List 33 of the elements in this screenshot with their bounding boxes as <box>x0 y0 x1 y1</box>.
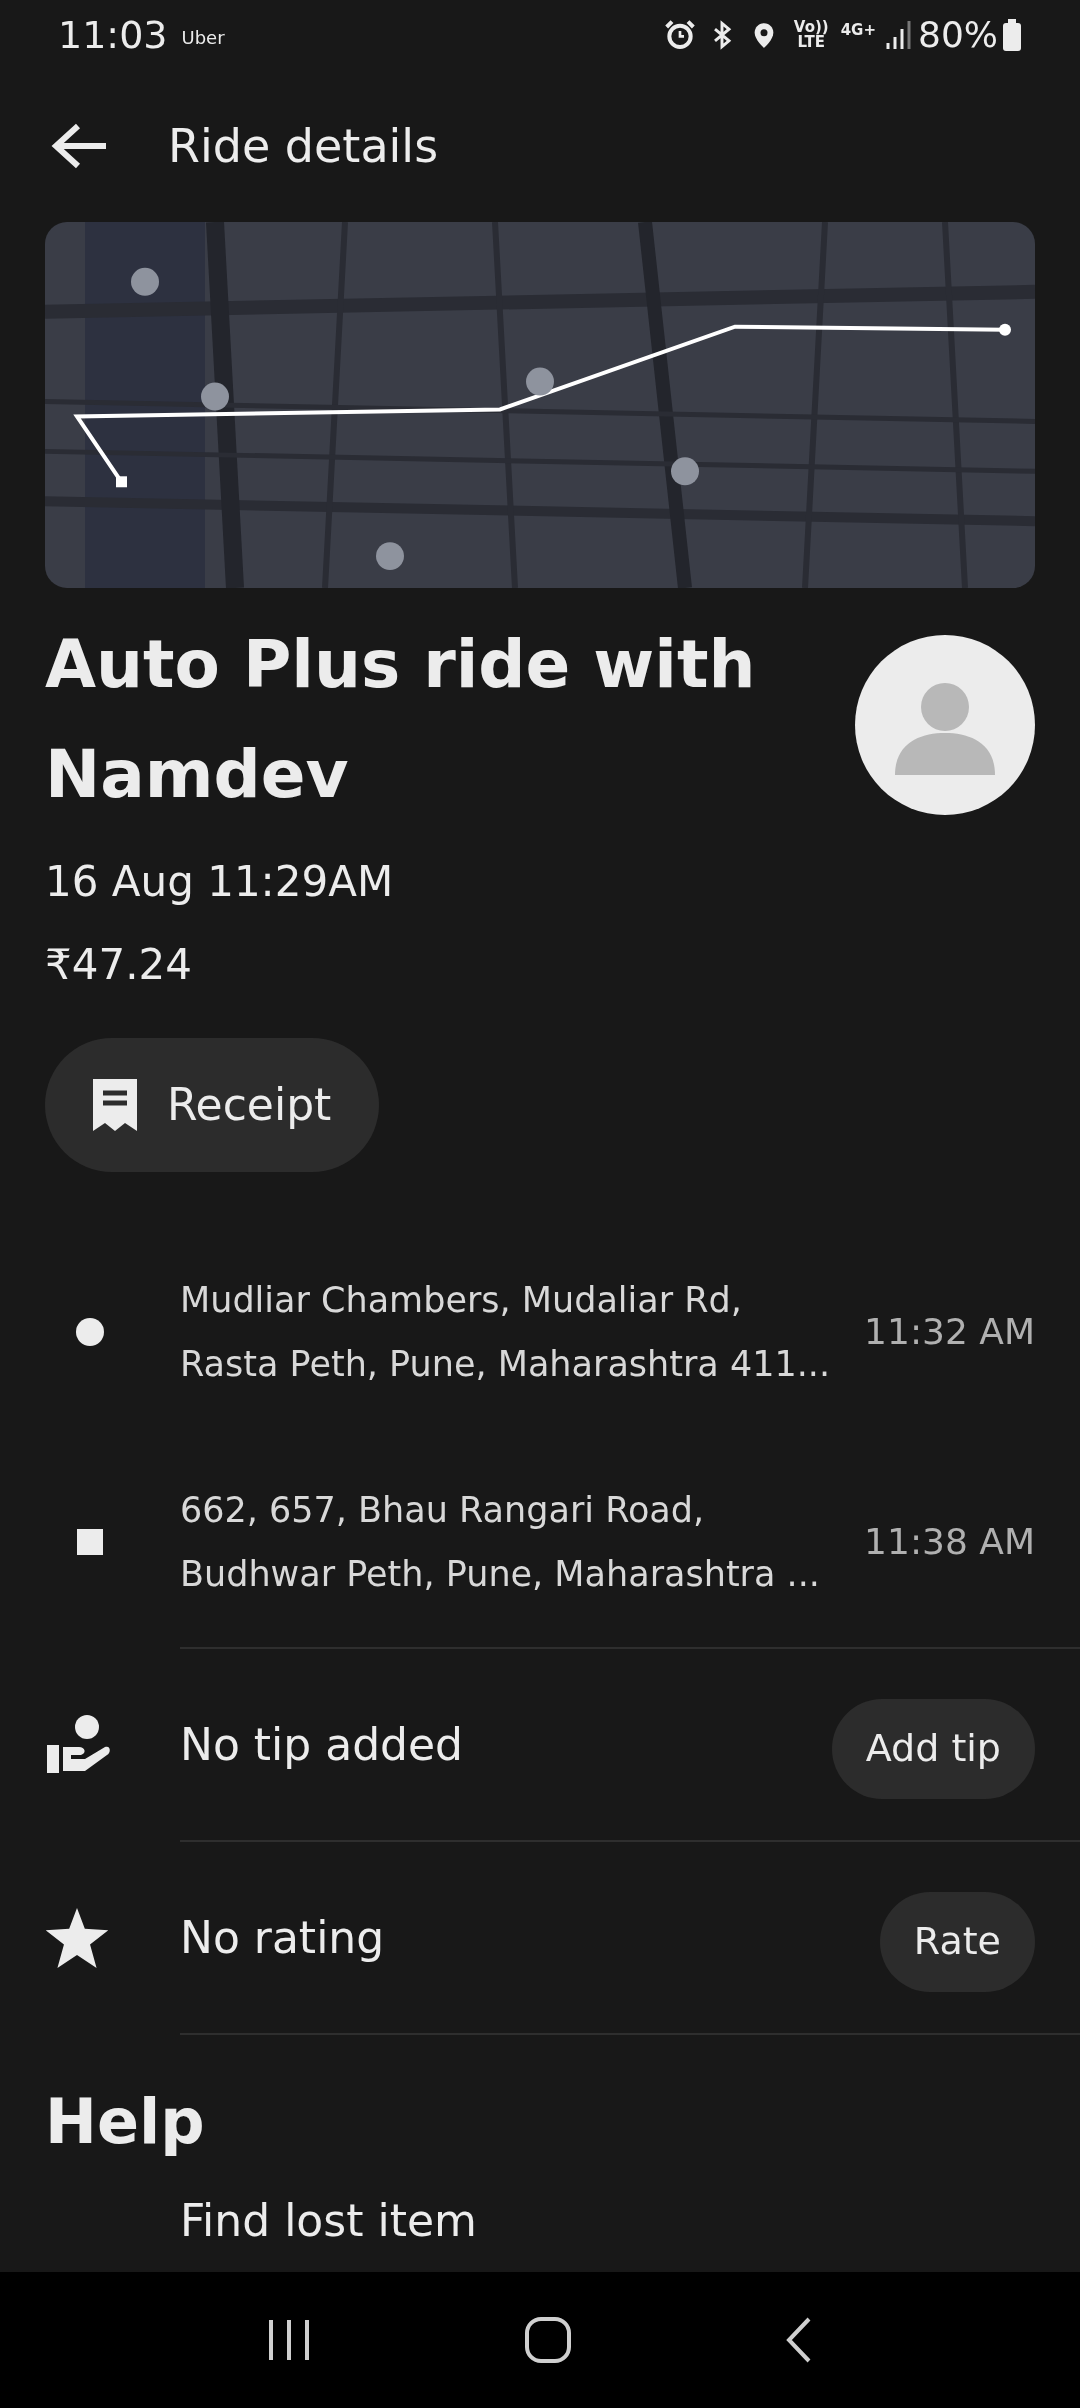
ride-fare: ₹47.24 <box>44 939 193 991</box>
square-icon <box>77 1529 103 1555</box>
address-line: Mudliar Chambers, Mudaliar Rd, <box>180 1279 743 1322</box>
home-icon[interactable] <box>525 2317 571 2363</box>
back-icon[interactable] <box>785 2317 813 2363</box>
battery-percent: 80% <box>918 13 998 57</box>
help-heading: Help <box>44 2084 206 2160</box>
stop-time: 11:32 AM <box>864 1310 1035 1354</box>
status-time: 11:03 <box>58 11 168 59</box>
battery-icon <box>1002 19 1022 51</box>
action-label: No rating <box>180 1910 386 1965</box>
network-label: 4G+ <box>840 19 876 41</box>
help-item[interactable]: Find lost item <box>180 2195 477 2246</box>
lte-label: LTE <box>797 35 826 50</box>
stop-time: 11:38 AM <box>864 1520 1035 1564</box>
ride-title: Auto Plus ride with Namdev <box>45 625 757 815</box>
status-app: Uber <box>181 25 225 50</box>
rate-button[interactable]: Rate <box>879 1891 1035 1992</box>
address-line: Budhwar Peth, Pune, Maharashtra ... <box>180 1553 821 1596</box>
receipt-button[interactable]: Receipt <box>45 1038 380 1172</box>
alarm-icon <box>663 19 696 51</box>
add-tip-button[interactable]: Add tip <box>831 1698 1035 1799</box>
address-line: 662, 657, Bhau Rangari Road, <box>180 1489 706 1532</box>
ride-date: 16 Aug 11:29AM <box>44 856 395 908</box>
star-icon <box>45 1907 109 1968</box>
signal-icon <box>884 19 912 51</box>
hand-coin-icon <box>45 1714 111 1775</box>
address-line: Rasta Peth, Pune, Maharashtra 411... <box>180 1343 832 1386</box>
volte-label: Vo)) <box>793 20 829 35</box>
receipt-icon <box>93 1079 137 1131</box>
action-label: No tip added <box>180 1717 465 1772</box>
page-title: Ride details <box>168 117 439 175</box>
recent-apps-icon[interactable] <box>267 2318 311 2362</box>
